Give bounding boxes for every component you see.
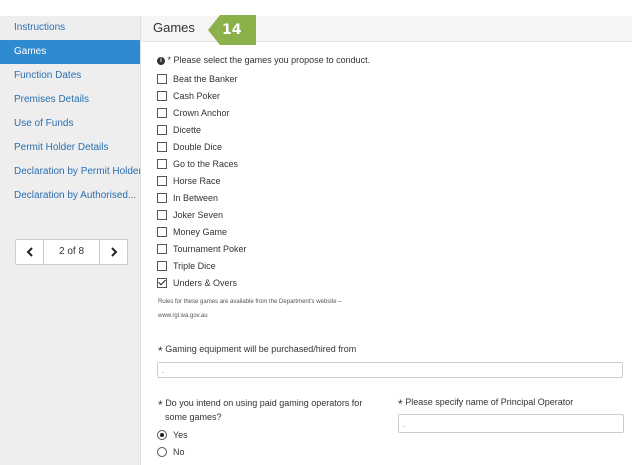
- radio-no-circle[interactable]: [157, 447, 167, 457]
- radio-yes-circle[interactable]: [157, 430, 167, 440]
- game-checkbox[interactable]: [157, 158, 167, 169]
- required-mark: *: [167, 55, 172, 65]
- game-option[interactable]: Beat the Banker: [157, 70, 247, 87]
- game-checkbox[interactable]: [157, 243, 167, 254]
- games-instruction-text: Please select the games you propose to c…: [173, 55, 371, 65]
- required-mark: *: [158, 344, 163, 358]
- game-option[interactable]: In Between: [157, 189, 247, 206]
- game-option[interactable]: Cash Poker: [157, 87, 247, 104]
- sidebar-item-function-dates[interactable]: Function Dates: [0, 64, 140, 88]
- game-option-label: Unders & Overs: [173, 277, 238, 288]
- game-option-label: Beat the Banker: [173, 73, 238, 84]
- game-option[interactable]: Go to the Races: [157, 155, 247, 172]
- game-option-label: Triple Dice: [173, 260, 216, 271]
- game-option[interactable]: Unders & Overs: [157, 274, 247, 291]
- principal-operator-label: * Please specify name of Principal Opera…: [398, 397, 573, 411]
- page-pager: 2 of 8: [15, 239, 128, 265]
- game-option-label: Horse Race: [173, 175, 221, 186]
- game-option-label: Go to the Races: [173, 158, 239, 169]
- sidebar: Instructions Games Function Dates Premises …: [0, 16, 141, 465]
- game-option[interactable]: Horse Race: [157, 172, 247, 189]
- game-checkbox[interactable]: [157, 175, 167, 186]
- game-checkbox[interactable]: [157, 107, 167, 118]
- radio-no-label: No: [173, 447, 185, 457]
- chevron-right-icon: [110, 247, 117, 257]
- sidebar-item-instructions[interactable]: Instructions: [0, 16, 140, 40]
- games-instruction: i * Please select the games you propose …: [157, 55, 370, 65]
- operators-question-line1: Do you intend on using paid gaming opera…: [165, 398, 363, 408]
- equipment-label: * Gaming equipment will be purchased/hir…: [158, 344, 356, 358]
- sidebar-item-declaration-by-authorised[interactable]: Declaration by Authorised...: [0, 184, 140, 208]
- operators-question: * Do you intend on using paid gaming ope…: [158, 397, 362, 423]
- game-checkbox[interactable]: [157, 141, 167, 152]
- game-option[interactable]: Joker Seven: [157, 206, 247, 223]
- game-option-label: Money Game: [173, 226, 228, 237]
- rules-note: Rules for these games are available from…: [158, 295, 388, 323]
- game-checkbox[interactable]: [157, 192, 167, 203]
- game-option[interactable]: Money Game: [157, 223, 247, 240]
- radio-yes[interactable]: Yes: [157, 430, 188, 440]
- sidebar-nav: Instructions Games Function Dates Premises …: [0, 16, 140, 208]
- equipment-input[interactable]: .: [157, 362, 623, 378]
- game-option-label: Joker Seven: [173, 209, 224, 220]
- game-checkbox[interactable]: [157, 73, 167, 84]
- equipment-label-text: Gaming equipment will be purchased/hired…: [165, 344, 357, 354]
- chevron-left-icon: [26, 247, 33, 257]
- step-badge-number: 14: [222, 22, 242, 38]
- game-option-label: Tournament Poker: [173, 243, 247, 254]
- sidebar-item-declaration-by-permit-holder[interactable]: Declaration by Permit Holder: [0, 160, 140, 184]
- operators-question-line2: some games?: [165, 412, 222, 422]
- game-option-label: Double Dice: [173, 141, 223, 152]
- game-option[interactable]: Tournament Poker: [157, 240, 247, 257]
- game-checkbox[interactable]: [157, 260, 167, 271]
- game-option[interactable]: Crown Anchor: [157, 104, 247, 121]
- sidebar-item-games[interactable]: Games: [0, 40, 140, 64]
- game-checkbox[interactable]: [157, 124, 167, 135]
- sidebar-item-use-of-funds[interactable]: Use of Funds: [0, 112, 140, 136]
- games-checkbox-list: Beat the Banker Cash Poker Crown Anchor Dic…: [157, 70, 247, 291]
- game-option-label: In Between: [173, 192, 219, 203]
- game-option-label: Cash Poker: [173, 90, 221, 101]
- game-checkbox[interactable]: [157, 277, 167, 288]
- step-badge: 14: [208, 15, 256, 45]
- sidebar-item-premises-details[interactable]: Premises Details: [0, 88, 140, 112]
- rules-note-line2: www.rgl.wa.gov.au: [158, 313, 208, 319]
- prev-page-button[interactable]: [16, 240, 44, 264]
- radio-no[interactable]: No: [157, 447, 185, 457]
- info-icon: i: [157, 56, 165, 65]
- principal-operator-label-text: Please specify name of Principal Operato…: [405, 397, 574, 407]
- required-mark: *: [398, 397, 403, 411]
- game-option-label: Crown Anchor: [173, 107, 230, 118]
- radio-yes-label: Yes: [173, 430, 188, 440]
- page-title: Games: [153, 20, 195, 35]
- game-option[interactable]: Double Dice: [157, 138, 247, 155]
- game-option-label: Dicette: [173, 124, 202, 135]
- page-indicator: 2 of 8: [58, 246, 85, 257]
- game-checkbox[interactable]: [157, 209, 167, 220]
- game-option[interactable]: Triple Dice: [157, 257, 247, 274]
- principal-operator-input[interactable]: .: [398, 414, 624, 433]
- rules-note-line1: Rules for these games are available from…: [158, 299, 342, 305]
- game-option[interactable]: Dicette: [157, 121, 247, 138]
- game-checkbox[interactable]: [157, 226, 167, 237]
- game-checkbox[interactable]: [157, 90, 167, 101]
- next-page-button[interactable]: [99, 240, 127, 264]
- required-mark: *: [158, 398, 163, 412]
- sidebar-item-permit-holder-details[interactable]: Permit Holder Details: [0, 136, 140, 160]
